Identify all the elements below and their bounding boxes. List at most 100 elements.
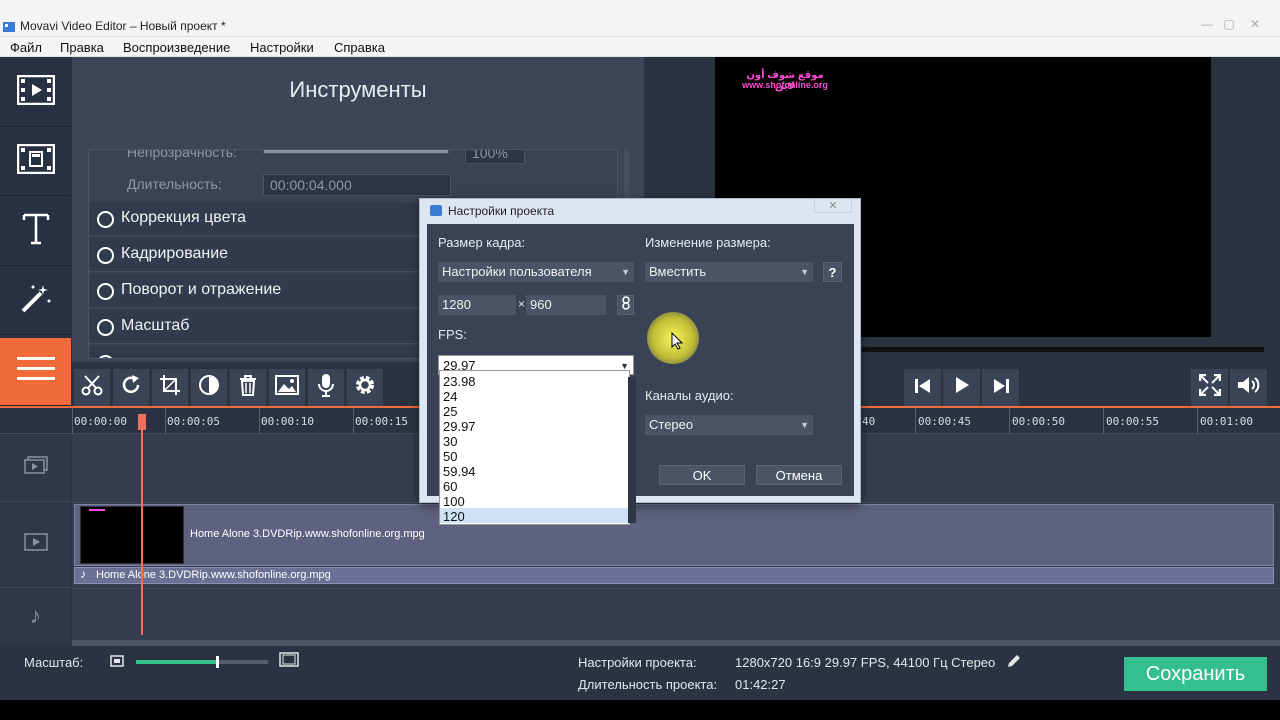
- dialog-close-button[interactable]: ✕: [814, 199, 852, 213]
- rotate-button[interactable]: [113, 369, 150, 407]
- audio-clip-label: Home Alone 3.DVDRip.www.shofonline.org.m…: [96, 569, 331, 581]
- play-button[interactable]: [943, 369, 981, 407]
- fps-option[interactable]: 30: [443, 434, 457, 449]
- crop-button[interactable]: [152, 369, 189, 407]
- transitions-button[interactable]: [0, 128, 71, 196]
- volume-button[interactable]: [1230, 369, 1268, 407]
- zoom-in-icon[interactable]: [279, 652, 299, 672]
- zoom-slider-handle[interactable]: [216, 656, 219, 668]
- video-track-icon: [23, 533, 48, 556]
- close-window-button[interactable]: ✕: [1244, 16, 1266, 32]
- tool-label: Поворот и отражение: [121, 281, 282, 298]
- chain-link-icon: [621, 296, 630, 313]
- titles-button[interactable]: [0, 198, 71, 266]
- record-audio-button[interactable]: [308, 369, 345, 407]
- resize-select[interactable]: Вместить ▼: [645, 262, 813, 282]
- ruler-tick: 00:00:55: [1106, 415, 1159, 428]
- resize-value: Вместить: [649, 264, 707, 279]
- ruler-tick: 00:00:05: [167, 415, 220, 428]
- music-track-header[interactable]: ♪: [0, 588, 71, 644]
- color-adjust-icon: [198, 374, 220, 402]
- project-settings-label: Настройки проекта:: [578, 655, 697, 670]
- import-button[interactable]: [0, 59, 71, 127]
- help-button[interactable]: ?: [823, 262, 842, 282]
- clip-thumbnail: [80, 506, 184, 564]
- audio-channels-select[interactable]: Стерео ▼: [645, 415, 813, 435]
- more-tools-button[interactable]: [0, 338, 71, 406]
- aspect-lock-button[interactable]: [617, 295, 634, 315]
- fps-option[interactable]: 100: [443, 494, 465, 509]
- previous-button[interactable]: [904, 369, 942, 407]
- playhead[interactable]: [141, 415, 143, 635]
- fps-option[interactable]: 59.94: [443, 464, 476, 479]
- fullscreen-button[interactable]: [1191, 369, 1229, 407]
- skip-back-icon: [914, 377, 932, 400]
- radio-icon: [97, 319, 114, 336]
- video-clip-label: Home Alone 3.DVDRip.www.shofonline.org.m…: [190, 528, 425, 540]
- project-settings-value: 1280x720 16:9 29.97 FPS, 44100 Гц Стерео: [735, 655, 996, 670]
- audio-channels-value: Стерео: [649, 417, 694, 432]
- zoom-slider-fill: [136, 660, 218, 664]
- insert-image-button[interactable]: [269, 369, 306, 407]
- chevron-down-icon: ▼: [800, 267, 809, 277]
- project-duration-value: 01:42:27: [735, 677, 786, 692]
- width-input[interactable]: 1280: [438, 295, 516, 315]
- ruler-tick: 00:00:15: [355, 415, 408, 428]
- image-icon: [275, 375, 299, 401]
- menu-settings[interactable]: Настройки: [250, 40, 314, 55]
- fps-highlight: [440, 508, 629, 523]
- menu-playback[interactable]: Воспроизведение: [123, 40, 230, 55]
- next-button[interactable]: [982, 369, 1020, 407]
- save-button[interactable]: Сохранить: [1124, 657, 1267, 691]
- fps-option[interactable]: 23.98: [443, 374, 476, 389]
- video-track-header[interactable]: [0, 502, 71, 588]
- height-input[interactable]: 960: [526, 295, 606, 315]
- menu-help[interactable]: Справка: [334, 40, 385, 55]
- fps-option[interactable]: 29.97: [443, 419, 476, 434]
- filters-button[interactable]: [0, 267, 71, 335]
- zoom-out-icon[interactable]: [110, 654, 124, 672]
- magic-wand-icon: [19, 281, 53, 320]
- fps-dropdown-list: 23.98 24 25 29.97 30 50 59.94 60 100 120: [439, 370, 630, 525]
- cancel-button[interactable]: Отмена: [756, 465, 842, 485]
- overlay-track-header[interactable]: [0, 434, 71, 502]
- resize-label: Изменение размера:: [645, 235, 771, 250]
- trash-icon: [238, 374, 258, 402]
- radio-icon: [97, 247, 114, 264]
- tool-label: Кадрирование: [121, 245, 229, 262]
- menu-edit[interactable]: Правка: [60, 40, 104, 55]
- frame-size-select[interactable]: Настройки пользователя ▼: [438, 262, 634, 282]
- ruler-tick: 00:00:45: [918, 415, 971, 428]
- fps-option[interactable]: 24: [443, 389, 457, 404]
- fps-option[interactable]: 25: [443, 404, 457, 419]
- fps-option-selected[interactable]: 120: [443, 509, 465, 524]
- opacity-slider[interactable]: [263, 150, 449, 154]
- music-note-icon: ♪: [80, 567, 86, 581]
- menu-file[interactable]: Файл: [10, 40, 42, 55]
- minimize-button[interactable]: —: [1196, 16, 1218, 32]
- mouse-pointer-icon: [671, 331, 684, 355]
- split-button[interactable]: [74, 369, 111, 407]
- menu-bar: Файл Правка Воспроизведение Настройки Сп…: [0, 37, 1280, 57]
- preview-progress-bar[interactable]: [862, 347, 1264, 352]
- fps-list-scrollbar[interactable]: [628, 377, 636, 523]
- color-adjust-button[interactable]: [191, 369, 228, 407]
- clip-settings-button[interactable]: [347, 369, 384, 407]
- track-headers: ♪: [0, 434, 71, 644]
- screen-border: [0, 700, 1280, 720]
- opacity-label: Непрозрачность:: [127, 149, 237, 160]
- rotate-icon: [120, 374, 142, 402]
- delete-button[interactable]: [230, 369, 267, 407]
- window-title: Movavi Video Editor – Новый проект *: [20, 19, 226, 33]
- opacity-value[interactable]: 100%: [465, 150, 525, 164]
- project-duration-label: Длительность проекта:: [578, 677, 718, 692]
- ok-button[interactable]: OK: [659, 465, 745, 485]
- play-icon: [954, 376, 970, 400]
- fps-option[interactable]: 60: [443, 479, 457, 494]
- maximize-button[interactable]: ▢: [1218, 16, 1240, 32]
- ruler-tick: 00:01:00: [1200, 415, 1253, 428]
- dialog-title: Настройки проекта: [448, 204, 555, 218]
- pencil-icon[interactable]: [1006, 653, 1022, 674]
- fps-option[interactable]: 50: [443, 449, 457, 464]
- duration-field[interactable]: 00:00:04.000: [263, 174, 451, 196]
